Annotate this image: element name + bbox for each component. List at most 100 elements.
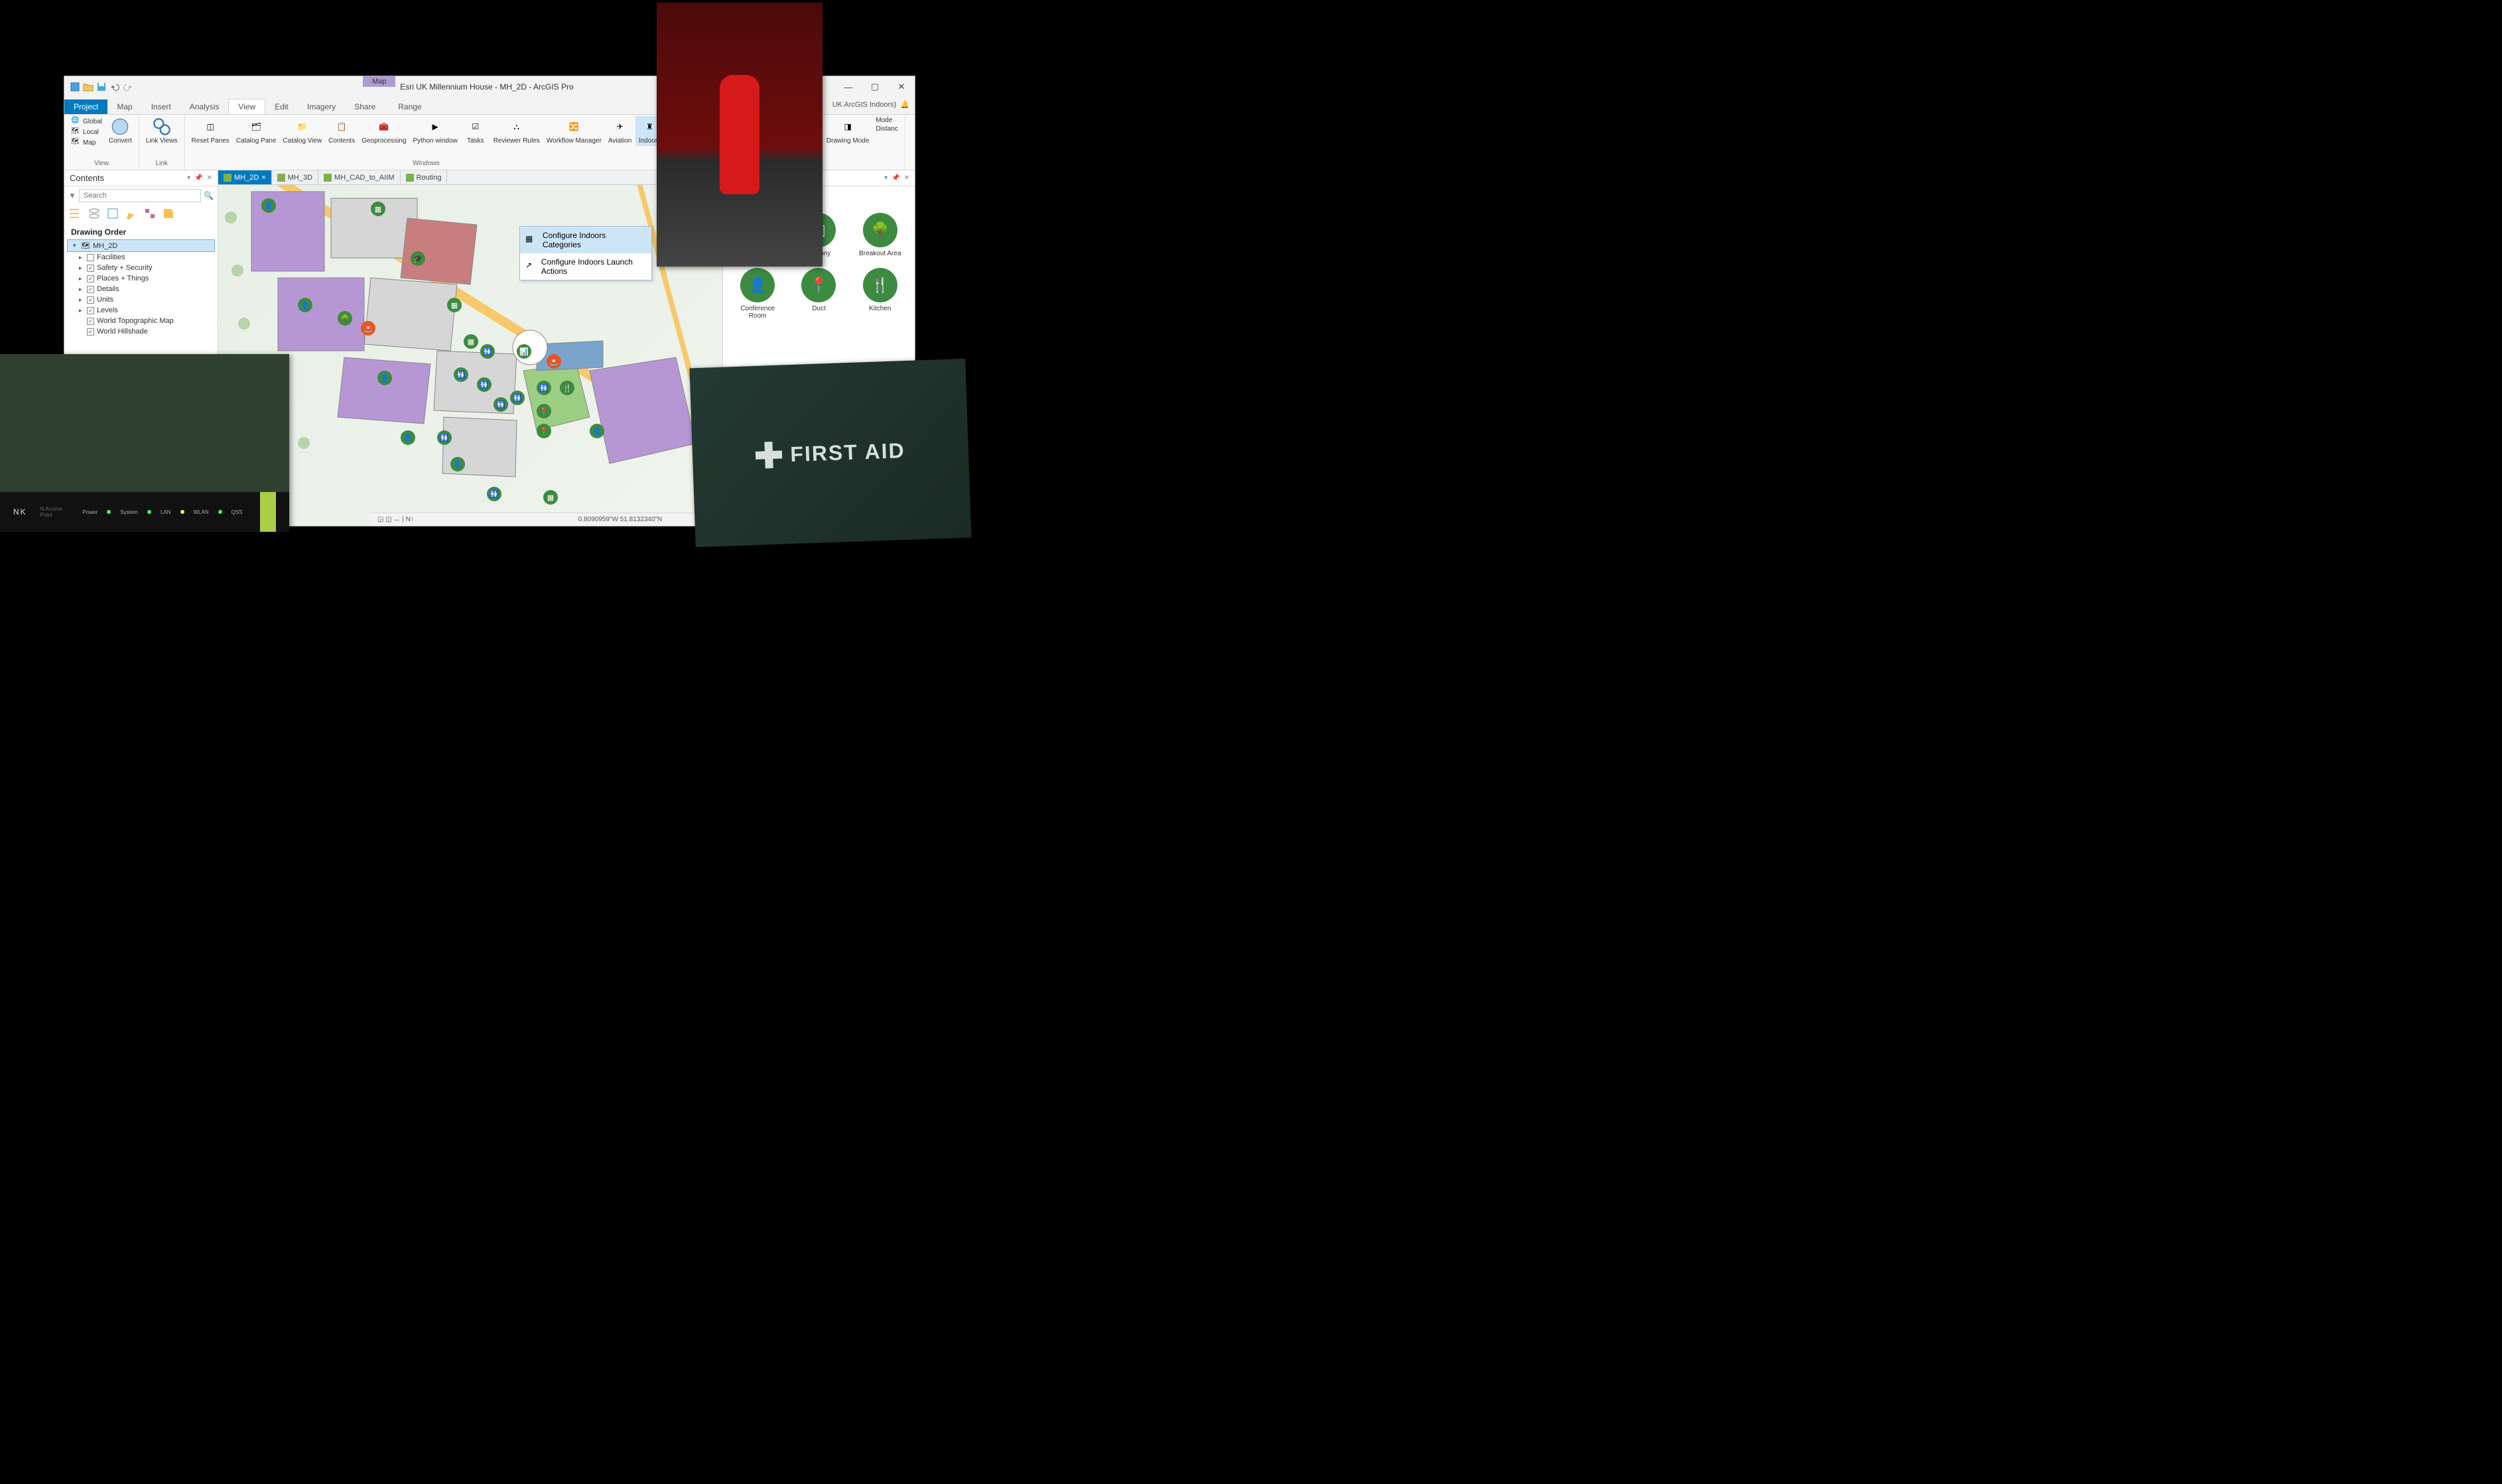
reset-panes-button[interactable]: ◫Reset Panes [189,116,232,146]
drawing-mode-button[interactable]: ◨Drawing Mode [824,116,872,146]
checkbox[interactable]: ✓ [87,328,94,336]
poi-conference-icon[interactable]: 👤 [401,430,415,445]
global-button[interactable]: 🌐Global [68,116,105,127]
cat-kitchen[interactable]: 🍴Kitchen [851,265,909,322]
toc-layer-topo[interactable]: ✓World Topographic Map [64,316,218,326]
toc-layer-units[interactable]: ▸✓Units [64,294,218,305]
poi-location-icon[interactable]: 📍 [537,424,551,438]
toc-layer-facilities[interactable]: ▸Facilities [64,252,218,263]
poi-toilet-icon[interactable]: 🚻 [494,397,508,412]
map-tab-2d[interactable]: MH_2D× [218,170,272,184]
convert-button[interactable]: Convert [106,116,135,146]
view-controls-icon[interactable]: ◲ ◫ ↔ | N↑ [377,516,414,523]
toc-layer-hillshade[interactable]: ✓World Hillshade [64,326,218,337]
maximize-button[interactable]: ▢ [862,78,888,96]
poi-toilet-icon[interactable]: 🚻 [437,430,452,445]
python-window-button[interactable]: ▶Python window [410,116,460,146]
list-by-labeling-icon[interactable] [163,208,174,219]
map-tab-cad[interactable]: MH_CAD_to_AIIM [318,170,400,184]
tasks-button[interactable]: ☑Tasks [462,116,490,146]
menu-configure-launch-actions[interactable]: ↗ Configure Indoors Launch Actions [520,253,651,280]
toc-layer-levels[interactable]: ▸✓Levels [64,305,218,316]
checkbox[interactable] [87,254,94,261]
pane-pin-icon[interactable]: 📌 [194,174,202,182]
checkbox[interactable]: ✓ [87,296,94,304]
tab-range[interactable]: Range [389,99,430,114]
tab-map[interactable]: Map [107,99,141,114]
toc-layer-safety[interactable]: ▸✓Safety + Security [64,263,218,273]
poi-education-icon[interactable]: 🎓 [411,251,425,266]
open-project-icon[interactable] [83,82,94,92]
cat-duct[interactable]: 📍Duct [789,265,848,322]
filter-icon[interactable]: ▼ [68,191,76,200]
poi-toilet-icon[interactable]: 🚻 [537,381,551,395]
checkbox[interactable]: ✓ [87,265,94,272]
close-tab-icon[interactable]: × [261,174,265,182]
cat-breakout-area[interactable]: 🌳Breakout Area [851,210,909,260]
poi-location-icon[interactable]: 📍 [537,404,551,418]
new-project-icon[interactable] [70,82,80,92]
poi-conference-icon[interactable]: 👤 [590,424,604,438]
poi-breakout-icon[interactable]: 🌳 [338,311,352,326]
aviation-button[interactable]: ✈Aviation [606,116,634,146]
poi-server-icon[interactable]: ▦ [543,490,558,505]
list-by-drawing-icon[interactable] [70,208,82,219]
catalog-view-button[interactable]: 📁Catalog View [280,116,324,146]
save-icon[interactable] [96,82,107,92]
map-tab-3d[interactable]: MH_3D [272,170,318,184]
checkbox[interactable]: ✓ [87,286,94,293]
toc-layer-places[interactable]: ▸✓Places + Things [64,273,218,284]
tab-insert[interactable]: Insert [142,99,180,114]
poi-conference-icon[interactable]: 👤 [377,371,392,385]
toc-root-map[interactable]: ▾🗺MH_2D [67,239,215,252]
map-button[interactable]: 🗺Map [68,137,105,148]
pane-autohide-icon[interactable]: ▾ [884,174,888,182]
poi-toilet-icon[interactable]: 🚻 [480,344,495,359]
local-button[interactable]: 🗺Local [68,127,105,137]
list-by-selection-icon[interactable] [107,208,119,219]
context-tab-map[interactable]: Map [363,76,395,87]
checkbox[interactable]: ✓ [87,307,94,314]
checkbox[interactable]: ✓ [87,318,94,325]
tab-analysis[interactable]: Analysis [180,99,229,114]
undo-icon[interactable] [109,82,120,92]
tab-edit[interactable]: Edit [265,99,298,114]
map-tab-routing[interactable]: Routing [401,170,448,184]
contents-button[interactable]: 📋Contents [326,116,358,146]
poi-conference-icon[interactable]: 👤 [450,457,465,471]
contents-search-input[interactable] [79,189,201,202]
search-icon[interactable]: 🔍 [204,191,214,200]
pane-close-icon[interactable]: ✕ [207,174,212,182]
geoprocessing-button[interactable]: 🧰Geoprocessing [359,116,409,146]
poi-alarm-icon[interactable]: 🚨 [361,321,375,336]
reviewer-rules-button[interactable]: ⛬Reviewer Rules [491,116,543,146]
poi-alarm-icon[interactable]: 🚨 [547,354,561,369]
poi-server-icon[interactable]: ▦ [464,334,478,349]
poi-conference-icon[interactable]: 👤 [261,198,276,213]
tab-share[interactable]: Share [345,99,385,114]
toc-layer-details[interactable]: ▸✓Details [64,284,218,294]
poi-conference-icon[interactable]: 👤 [298,298,312,312]
checkbox[interactable]: ✓ [87,275,94,282]
tab-project[interactable]: Project [64,99,107,114]
pane-close-icon[interactable]: ✕ [904,174,909,182]
poi-toilet-icon[interactable]: 🚻 [510,391,525,405]
tab-view[interactable]: View [228,99,265,114]
poi-kitchen-icon[interactable]: 🍴 [560,381,574,395]
notification-bell-icon[interactable]: 🔔 [900,100,909,109]
catalog-pane-button[interactable]: 🗂Catalog Pane [233,116,279,146]
list-by-snapping-icon[interactable] [144,208,156,219]
poi-server-icon[interactable]: ▦ [371,202,385,216]
menu-configure-categories[interactable]: ▦ Configure Indoors Categories [520,227,651,253]
poi-server-icon[interactable]: ▦ [447,298,462,312]
poi-stairs-icon[interactable]: 📊 [517,344,531,359]
close-button[interactable]: ✕ [888,78,915,96]
tab-imagery[interactable]: Imagery [298,99,345,114]
minimize-button[interactable]: — [835,78,862,96]
poi-toilet-icon[interactable]: 🚻 [487,487,501,501]
list-by-editing-icon[interactable] [125,208,137,219]
poi-toilet-icon[interactable]: 🚻 [477,377,492,392]
pane-autohide-icon[interactable]: ▾ [187,174,190,182]
link-views-button[interactable]: Link Views [143,116,180,146]
pane-pin-icon[interactable]: 📌 [891,174,899,182]
